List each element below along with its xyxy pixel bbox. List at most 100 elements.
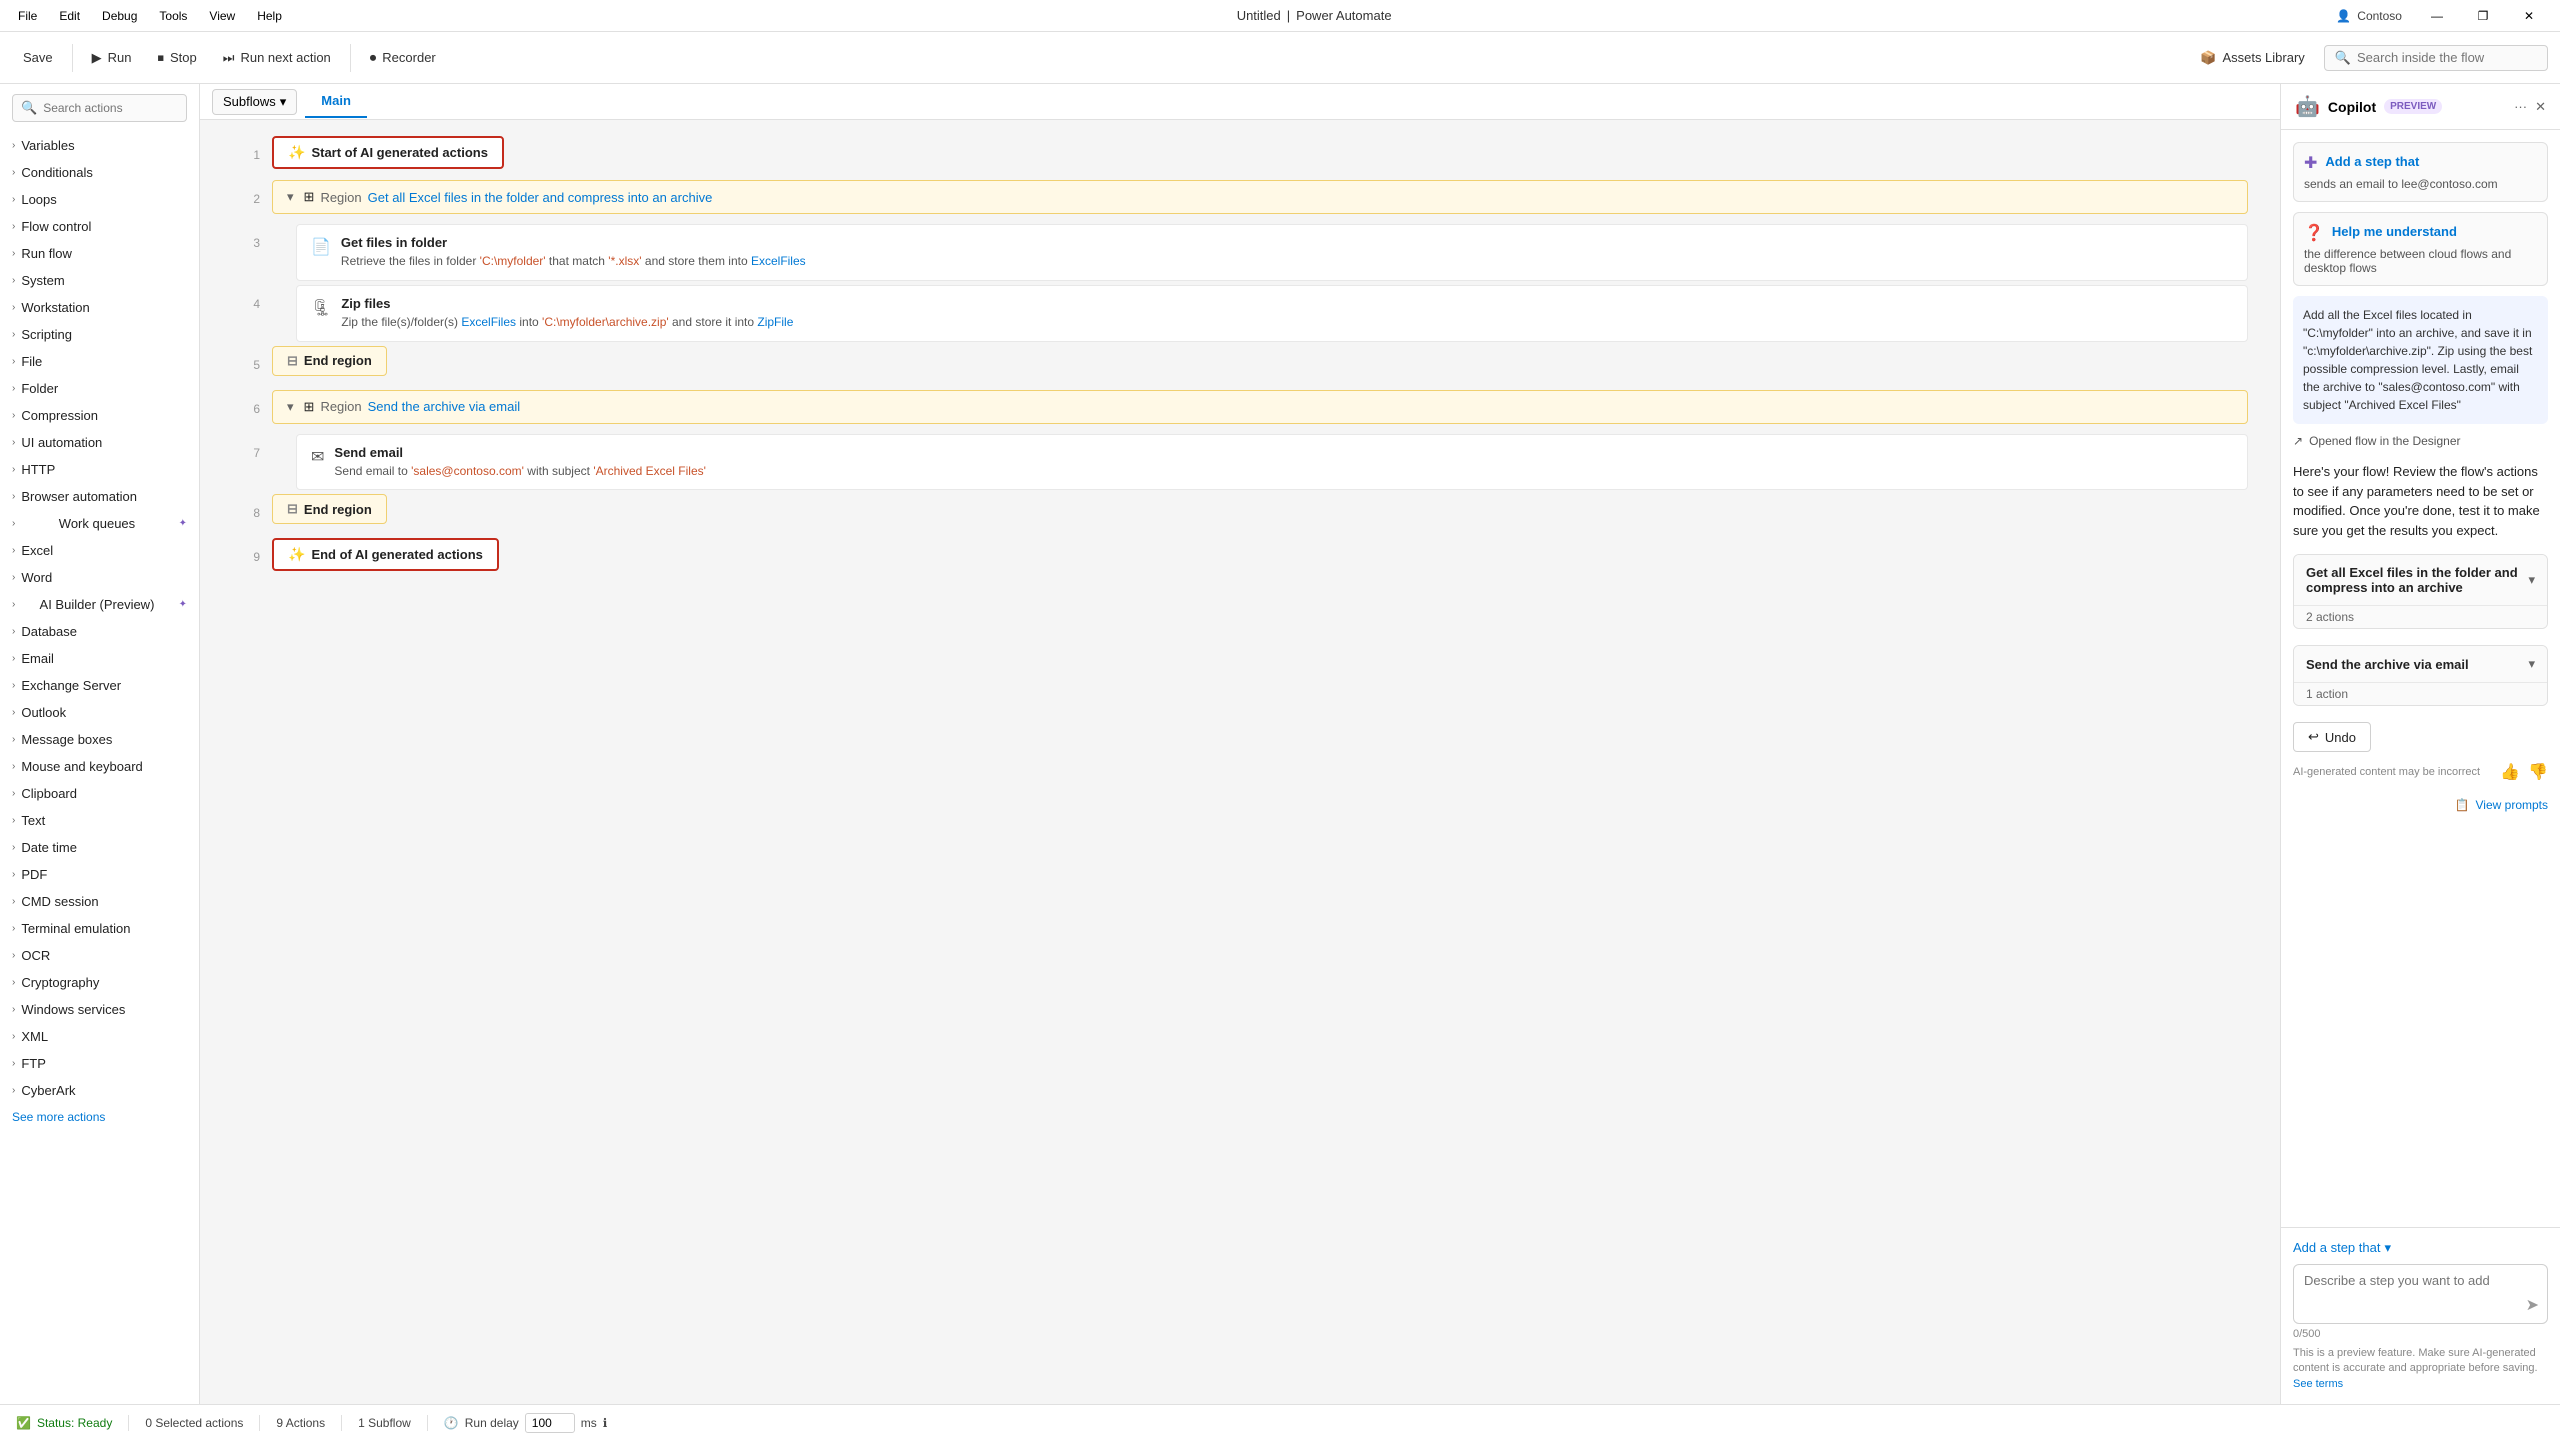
ai-feedback-buttons[interactable]: 👍 👎 <box>2500 762 2548 782</box>
sidebar-item-ftp[interactable]: › FTP <box>0 1050 199 1077</box>
minimize-button[interactable]: — <box>2414 0 2460 32</box>
sidebar-item-label: XML <box>21 1029 48 1044</box>
run-next-action-button[interactable]: ⏭ Run next action <box>212 43 342 73</box>
collapse-icon-2[interactable]: ▾ <box>287 399 294 415</box>
sidebar-search[interactable]: 🔍 <box>12 94 187 122</box>
see-more-actions[interactable]: See more actions <box>0 1104 199 1130</box>
run-delay-input[interactable] <box>525 1413 575 1433</box>
sidebar-item-outlook[interactable]: › Outlook <box>0 699 199 726</box>
sidebar-item-browser-automation[interactable]: › Browser automation <box>0 483 199 510</box>
sidebar-item-loops[interactable]: › Loops <box>0 186 199 213</box>
region-excel-files[interactable]: ▾ ⊞ Region Get all Excel files in the fo… <box>272 180 2248 214</box>
sidebar-item-label: Work queues <box>59 516 135 531</box>
sidebar-item-cryptography[interactable]: › Cryptography <box>0 969 199 996</box>
run-delay-info-icon: ℹ <box>603 1416 608 1430</box>
menu-file[interactable]: File <box>8 5 47 27</box>
save-button[interactable]: Save <box>12 43 64 72</box>
copilot-textarea[interactable] <box>2304 1273 2537 1303</box>
sidebar-item-message-boxes[interactable]: › Message boxes <box>0 726 199 753</box>
menu-debug[interactable]: Debug <box>92 5 147 27</box>
sidebar-item-workstation[interactable]: › Workstation <box>0 294 199 321</box>
canvas-area: Subflows ▾ Main 1 ✨ Start of AI generate… <box>200 84 2280 1404</box>
maximize-button[interactable]: ❐ <box>2460 0 2506 32</box>
menu-tools[interactable]: Tools <box>149 5 197 27</box>
sidebar-item-folder[interactable]: › Folder <box>0 375 199 402</box>
flow-row-8: 8 ⊟ End region <box>232 494 2248 534</box>
region-email[interactable]: ▾ ⊞ Region Send the archive via email <box>272 390 2248 424</box>
copilot-close-icon[interactable]: ✕ <box>2535 99 2546 115</box>
view-prompts-button[interactable]: 📋 View prompts <box>2455 798 2548 812</box>
menu-edit[interactable]: Edit <box>49 5 90 27</box>
thumbs-down-icon[interactable]: 👎 <box>2528 762 2548 782</box>
sidebar-item-clipboard[interactable]: › Clipboard <box>0 780 199 807</box>
sidebar-item-cyberark[interactable]: › CyberArk <box>0 1077 199 1104</box>
subflows-button[interactable]: Subflows ▾ <box>212 89 297 115</box>
run-button[interactable]: ▶ Run <box>81 43 143 73</box>
sidebar-item-text[interactable]: › Text <box>0 807 199 834</box>
search-inside-flow[interactable]: 🔍 <box>2324 45 2548 71</box>
sidebar-item-cmd-session[interactable]: › CMD session <box>0 888 199 915</box>
add-step-dropdown[interactable]: Add a step that ▾ <box>2293 1240 2548 1256</box>
sidebar-item-excel[interactable]: › Excel <box>0 537 199 564</box>
sidebar-item-ui-automation[interactable]: › UI automation <box>0 429 199 456</box>
action-group-excel-count: 2 actions <box>2294 605 2547 628</box>
window-controls[interactable]: — ❐ ✕ <box>2414 0 2552 32</box>
sidebar-item-mouse-and-keyboard[interactable]: › Mouse and keyboard <box>0 753 199 780</box>
action-group-excel-header[interactable]: Get all Excel files in the folder and co… <box>2294 555 2547 605</box>
collapse-icon[interactable]: ▾ <box>287 189 294 205</box>
action-get-files[interactable]: 📄 Get files in folder Retrieve the files… <box>296 224 2248 281</box>
menu-bar[interactable]: File Edit Debug Tools View Help <box>8 5 292 27</box>
sidebar-item-scripting[interactable]: › Scripting <box>0 321 199 348</box>
sidebar-item-variables[interactable]: › Variables <box>0 132 199 159</box>
stop-button[interactable]: ⏹ Stop <box>147 43 208 73</box>
run-delay-unit: ms <box>581 1416 597 1430</box>
excel-files-var: ExcelFiles <box>751 254 806 268</box>
chevron-icon: › <box>12 788 15 799</box>
sidebar-item-conditionals[interactable]: › Conditionals <box>0 159 199 186</box>
sidebar-item-system[interactable]: › System <box>0 267 199 294</box>
copilot-input-area[interactable]: ➤ <box>2293 1264 2548 1324</box>
sidebar-item-ai-builder-(preview)[interactable]: › AI Builder (Preview) ✦ <box>0 591 199 618</box>
sidebar-item-file[interactable]: › File <box>0 348 199 375</box>
row-number-2: 2 <box>232 180 272 206</box>
sidebar-item-compression[interactable]: › Compression <box>0 402 199 429</box>
search-inside-input[interactable] <box>2357 50 2537 65</box>
suggestion-help[interactable]: ❓ Help me understand the difference betw… <box>2293 212 2548 286</box>
sidebar-item-flow-control[interactable]: › Flow control <box>0 213 199 240</box>
action-send-email[interactable]: ✉ Send email Send email to 'sales@contos… <box>296 434 2248 491</box>
chevron-down-icon-excel[interactable]: ▾ <box>2528 572 2535 588</box>
chevron-down-icon-step[interactable]: ▾ <box>2384 1240 2391 1256</box>
sidebar-item-run-flow[interactable]: › Run flow <box>0 240 199 267</box>
action-zip-files[interactable]: 🗜 Zip files Zip the file(s)/folder(s) Ex… <box>296 285 2248 342</box>
send-button[interactable]: ➤ <box>2526 1295 2539 1315</box>
sidebar-item-pdf[interactable]: › PDF <box>0 861 199 888</box>
recorder-button[interactable]: ⏺ Recorder <box>359 43 447 73</box>
search-actions-input[interactable] <box>43 101 178 115</box>
sidebar-item-word[interactable]: › Word <box>0 564 199 591</box>
assets-icon: 📦 <box>2200 50 2216 66</box>
copilot-more-icon[interactable]: ··· <box>2514 99 2527 115</box>
sidebar-item-windows-services[interactable]: › Windows services <box>0 996 199 1023</box>
sidebar-item-ocr[interactable]: › OCR <box>0 942 199 969</box>
sidebar-item-email[interactable]: › Email <box>0 645 199 672</box>
see-terms-link[interactable]: See terms <box>2293 1378 2343 1390</box>
thumbs-up-icon[interactable]: 👍 <box>2500 762 2520 782</box>
close-button[interactable]: ✕ <box>2506 0 2552 32</box>
sidebar-item-xml[interactable]: › XML <box>0 1023 199 1050</box>
sidebar-item-http[interactable]: › HTTP <box>0 456 199 483</box>
sidebar-item-date-time[interactable]: › Date time <box>0 834 199 861</box>
suggestion-add-step[interactable]: ✚ Add a step that sends an email to lee@… <box>2293 142 2548 202</box>
sidebar-item-exchange-server[interactable]: › Exchange Server <box>0 672 199 699</box>
sidebar-item-database[interactable]: › Database <box>0 618 199 645</box>
chevron-down-icon-email[interactable]: ▾ <box>2528 656 2535 672</box>
tab-main[interactable]: Main <box>305 85 367 118</box>
assets-library-button[interactable]: 📦 Assets Library <box>2189 43 2316 73</box>
menu-help[interactable]: Help <box>247 5 292 27</box>
action-group-email-header[interactable]: Send the archive via email ▾ <box>2294 646 2547 682</box>
chevron-icon: › <box>12 167 15 178</box>
sidebar-item-terminal-emulation[interactable]: › Terminal emulation <box>0 915 199 942</box>
copilot-controls[interactable]: ··· ✕ <box>2514 99 2546 115</box>
menu-view[interactable]: View <box>199 5 245 27</box>
undo-button[interactable]: ↩ Undo <box>2293 722 2371 752</box>
sidebar-item-work-queues[interactable]: › Work queues ✦ <box>0 510 199 537</box>
